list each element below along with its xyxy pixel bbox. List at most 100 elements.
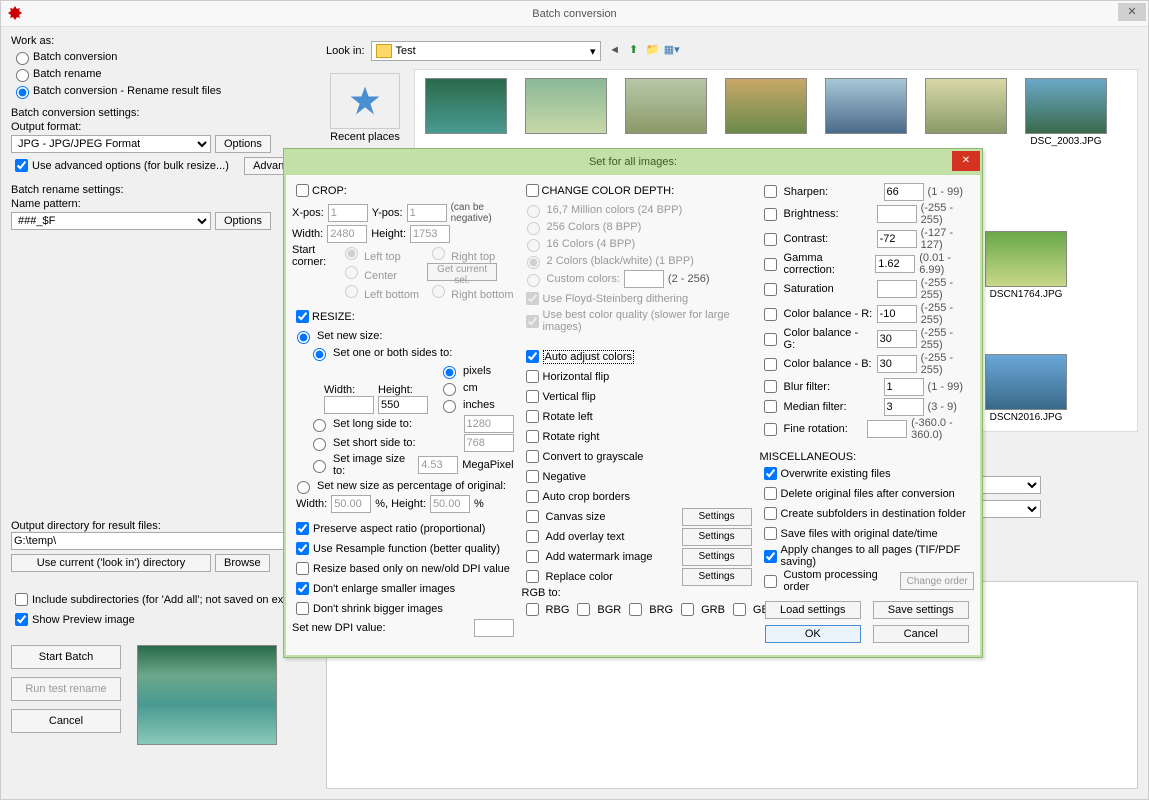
grayscale-check[interactable]: [526, 450, 539, 463]
vflip-check[interactable]: [526, 390, 539, 403]
balR-input[interactable]: [877, 305, 917, 323]
watermark-check[interactable]: [526, 550, 539, 563]
up-icon[interactable]: ⬆: [626, 43, 642, 59]
output-format-select[interactable]: JPG - JPG/JPEG Format: [11, 135, 211, 153]
contrast-check[interactable]: [764, 233, 777, 246]
new-folder-icon[interactable]: 📁: [645, 43, 661, 59]
radio-batch-rename[interactable]: [16, 69, 29, 82]
contrast-input[interactable]: [877, 230, 917, 248]
set-percent-radio[interactable]: [297, 481, 310, 494]
adv-options-check[interactable]: [15, 159, 28, 172]
custom-order-check[interactable]: [764, 575, 777, 588]
sharpen-check[interactable]: [764, 185, 777, 198]
balG-check[interactable]: [764, 333, 777, 346]
canvas-check[interactable]: [526, 510, 539, 523]
apply-all-check[interactable]: [764, 550, 777, 563]
cwidth-input[interactable]: [327, 225, 367, 243]
gbr-check[interactable]: [733, 603, 746, 616]
extra-select-2[interactable]: [981, 500, 1041, 518]
radio-batch-conv-rename[interactable]: [16, 86, 29, 99]
replace-color-settings-button[interactable]: Settings: [682, 568, 752, 586]
look-in-combo[interactable]: Test ▾: [371, 41, 601, 61]
overlay-check[interactable]: [526, 530, 539, 543]
recent-places-icon[interactable]: [330, 73, 400, 129]
grb-check[interactable]: [681, 603, 694, 616]
balG-input[interactable]: [877, 330, 917, 348]
long-side-input[interactable]: [464, 415, 514, 433]
run-test-button[interactable]: Run test rename: [11, 677, 121, 701]
preserve-aspect-check[interactable]: [296, 522, 309, 535]
balB-check[interactable]: [764, 358, 777, 371]
canvas-settings-button[interactable]: Settings: [682, 508, 752, 526]
set-new-size-radio[interactable]: [297, 331, 310, 344]
rename-options-button[interactable]: Options: [215, 212, 271, 230]
load-settings-button[interactable]: Load settings: [765, 601, 861, 619]
include-subdirs-check[interactable]: [15, 593, 28, 606]
browse-button[interactable]: Browse: [215, 554, 270, 572]
save-settings-button[interactable]: Save settings: [873, 601, 969, 619]
thumb-image[interactable]: [1025, 78, 1107, 134]
long-side-radio[interactable]: [313, 419, 326, 432]
saturation-check[interactable]: [764, 283, 777, 296]
create-sub-check[interactable]: [764, 507, 777, 520]
rheight-input[interactable]: [378, 396, 428, 414]
extra-select-1[interactable]: [981, 476, 1041, 494]
autocrop-check[interactable]: [526, 490, 539, 503]
gamma-input[interactable]: [875, 255, 915, 273]
replace-color-check[interactable]: [526, 570, 539, 583]
blur-input[interactable]: [884, 378, 924, 396]
thumb-image[interactable]: [985, 231, 1067, 287]
hflip-check[interactable]: [526, 370, 539, 383]
start-batch-button[interactable]: Start Batch: [11, 645, 121, 669]
saturation-input[interactable]: [877, 280, 917, 298]
median-check[interactable]: [764, 400, 777, 413]
sharpen-input[interactable]: [884, 183, 924, 201]
overlay-settings-button[interactable]: Settings: [682, 528, 752, 546]
image-size-radio[interactable]: [313, 460, 326, 473]
options-button[interactable]: Options: [215, 135, 271, 153]
xpos-input[interactable]: [328, 204, 368, 222]
balR-check[interactable]: [764, 308, 777, 321]
short-side-radio[interactable]: [313, 438, 326, 451]
name-pattern-select[interactable]: ###_$F: [11, 212, 211, 230]
dpi-input[interactable]: [474, 619, 514, 637]
cheight-input[interactable]: [410, 225, 450, 243]
back-icon[interactable]: ◄: [607, 44, 623, 60]
ok-button[interactable]: OK: [765, 625, 861, 643]
rbg-check[interactable]: [526, 603, 539, 616]
save-date-check[interactable]: [764, 527, 777, 540]
negative-check[interactable]: [526, 470, 539, 483]
radio-batch-conversion[interactable]: [16, 52, 29, 65]
thumb-image[interactable]: [985, 354, 1067, 410]
modal-close-button[interactable]: ✕: [952, 151, 980, 171]
thumb-image[interactable]: [825, 78, 907, 134]
get-current-sel-button[interactable]: Get current sel.: [427, 263, 497, 281]
unit-inches[interactable]: [443, 400, 456, 413]
thumb-image[interactable]: [925, 78, 1007, 134]
balB-input[interactable]: [877, 355, 917, 373]
unit-cm[interactable]: [443, 383, 456, 396]
cancel-button[interactable]: Cancel: [11, 709, 121, 733]
dont-shrink-check[interactable]: [296, 602, 309, 615]
rotleft-check[interactable]: [526, 410, 539, 423]
pheight-input[interactable]: [430, 495, 470, 513]
pwidth-input[interactable]: [331, 495, 371, 513]
bgr-check[interactable]: [577, 603, 590, 616]
watermark-settings-button[interactable]: Settings: [682, 548, 752, 566]
color-depth-check[interactable]: [526, 184, 539, 197]
gamma-check[interactable]: [764, 258, 777, 271]
output-dir-input[interactable]: [11, 532, 296, 550]
thumb-image[interactable]: [725, 78, 807, 134]
use-resample-check[interactable]: [296, 542, 309, 555]
resize-check[interactable]: [296, 310, 309, 323]
rotright-check[interactable]: [526, 430, 539, 443]
image-size-input[interactable]: [418, 456, 458, 474]
ypos-input[interactable]: [407, 204, 447, 222]
change-order-button[interactable]: Change order: [900, 572, 974, 590]
resize-dpi-check[interactable]: [296, 562, 309, 575]
fineRot-check[interactable]: [764, 423, 777, 436]
rwidth-input[interactable]: [324, 396, 374, 414]
fineRot-input[interactable]: [867, 420, 907, 438]
close-button[interactable]: ✕: [1118, 3, 1146, 21]
modal-cancel-button[interactable]: Cancel: [873, 625, 969, 643]
